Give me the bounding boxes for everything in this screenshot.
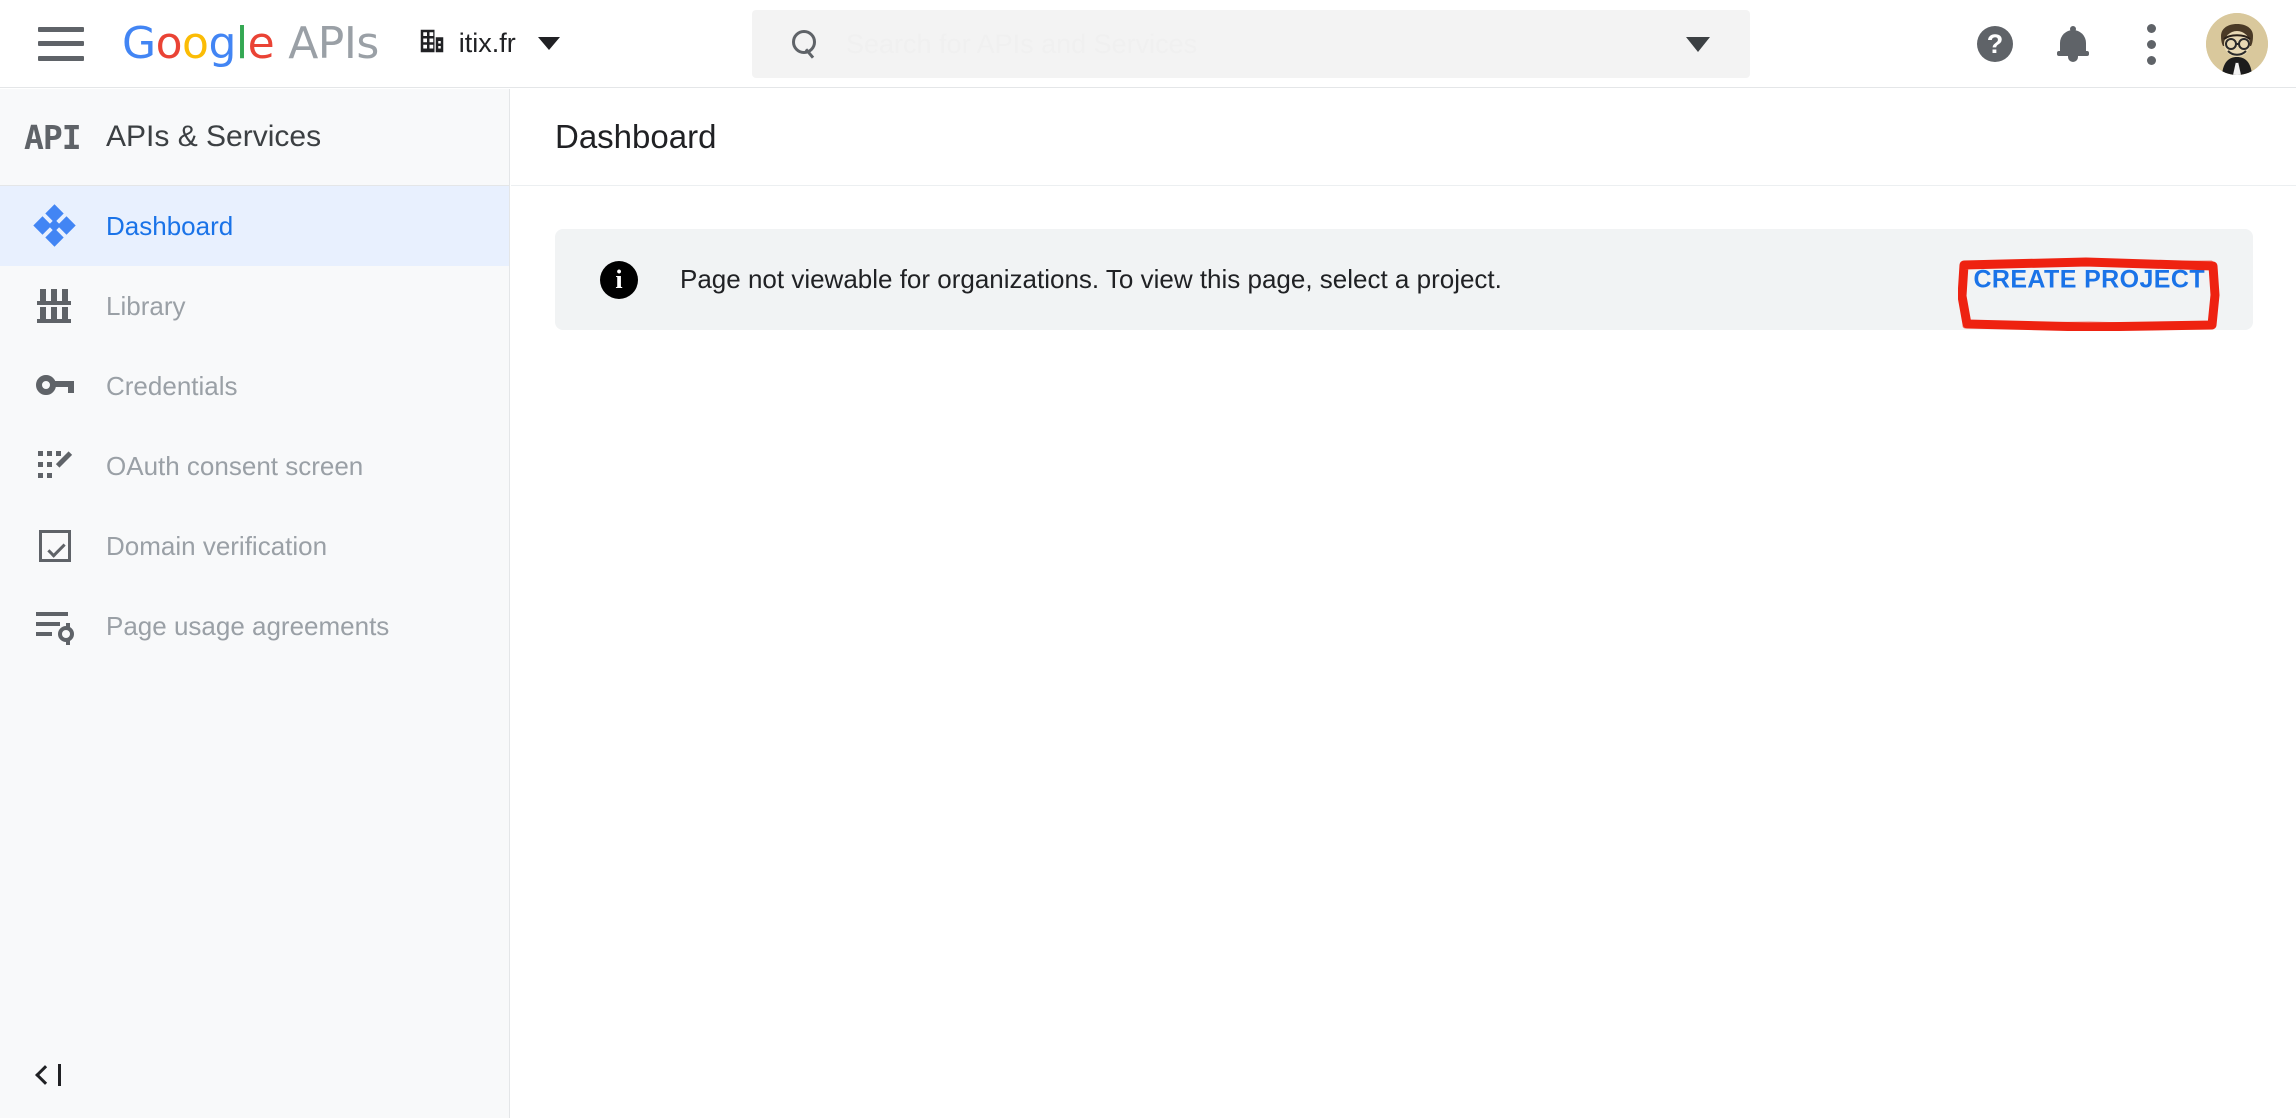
top-bar-actions: ? (1956, 0, 2268, 88)
building-icon (417, 26, 447, 61)
sidebar-item-label: Page usage agreements (106, 610, 390, 641)
more-options-button[interactable] (2112, 5, 2190, 83)
info-icon: i (600, 260, 638, 299)
page-title: Dashboard (555, 118, 717, 155)
info-banner: i Page not viewable for organizations. T… (555, 229, 2253, 330)
list-settings-icon (24, 610, 86, 645)
dashboard-diamond-icon (24, 204, 86, 247)
create-project-button[interactable]: CREATE PROJECT (1951, 251, 2227, 308)
api-badge-icon: API (24, 117, 82, 157)
sidebar-item-label: Domain verification (106, 530, 328, 561)
help-button[interactable]: ? (1956, 5, 2034, 83)
top-app-bar: Google APIs itix.fr Search for APIs and … (0, 0, 2296, 88)
sidebar-item-label: Library (106, 290, 186, 321)
sidebar-item-label: OAuth consent screen (106, 450, 364, 481)
avatar[interactable] (2206, 13, 2268, 75)
organization-name: itix.fr (458, 28, 516, 58)
oauth-consent-icon (24, 449, 86, 483)
sidebar-item-domain-verification[interactable]: Domain verification (0, 506, 509, 586)
logo-letter-g: G (122, 17, 156, 69)
sidebar-item-oauth-consent-screen[interactable]: OAuth consent screen (0, 426, 509, 506)
sidebar: API APIs & Services Dashboard Library Cr… (0, 89, 510, 1118)
logo-letter-o2: o (182, 17, 209, 69)
logo-letter-l: l (235, 17, 248, 69)
library-bookshelf-icon (24, 289, 86, 323)
collapse-sidebar-icon[interactable] (30, 1056, 69, 1094)
more-options-icon (2146, 23, 2156, 65)
banner-message: Page not viewable for organizations. To … (680, 264, 1502, 294)
key-icon (24, 375, 86, 397)
search-icon (790, 29, 820, 59)
sidebar-item-credentials[interactable]: Credentials (0, 346, 509, 426)
search-input[interactable]: Search for APIs and Services (846, 29, 1686, 60)
sidebar-title: APIs & Services (106, 120, 322, 153)
sidebar-item-page-usage-agreements[interactable]: Page usage agreements (0, 586, 509, 666)
sidebar-item-label: Dashboard (106, 210, 234, 241)
logo-letter-o1: o (155, 17, 183, 69)
sidebar-item-library[interactable]: Library (0, 266, 509, 346)
search-dropdown-chevron-down-icon[interactable] (1686, 36, 1710, 52)
sidebar-header: API APIs & Services (0, 89, 509, 186)
organization-selector[interactable]: itix.fr (411, 22, 566, 65)
page-header: Dashboard (511, 89, 2296, 186)
logo-letter-g2: g (208, 17, 236, 69)
checkbox-checked-icon (24, 530, 86, 562)
main-content: Dashboard i Page not viewable for organi… (511, 89, 2296, 1118)
logo-suffix-apis: APIs (288, 17, 379, 69)
notifications-button[interactable] (2034, 5, 2112, 83)
help-icon: ? (1977, 26, 2013, 62)
sidebar-item-label: Credentials (106, 370, 238, 401)
chevron-down-icon (537, 37, 560, 50)
hamburger-menu-icon[interactable] (38, 26, 84, 61)
logo-letter-e: e (247, 17, 275, 69)
google-apis-logo[interactable]: Google APIs (122, 17, 379, 69)
search-bar[interactable]: Search for APIs and Services (752, 10, 1750, 78)
notifications-bell-icon (2057, 26, 2089, 62)
sidebar-item-dashboard[interactable]: Dashboard (0, 186, 509, 266)
